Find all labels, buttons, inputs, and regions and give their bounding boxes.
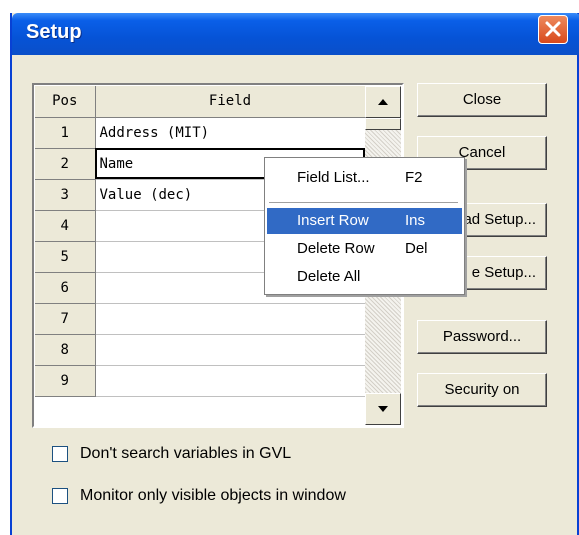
arrow-down-icon	[378, 406, 388, 412]
menu-item-shortcut: Ins	[405, 212, 426, 229]
row-pos: 4	[35, 210, 96, 242]
menu-item-shortcut: Del	[405, 240, 428, 257]
password-button[interactable]: Password...	[417, 320, 547, 354]
close-icon	[545, 21, 561, 37]
column-header-pos[interactable]: Pos	[35, 86, 96, 118]
monitor-visible-label: Monitor only visible objects in window	[80, 487, 346, 504]
row-pos: 8	[35, 334, 96, 366]
row-field[interactable]	[95, 334, 366, 366]
scroll-up-button[interactable]	[365, 86, 401, 118]
scroll-thumb[interactable]	[365, 118, 401, 130]
menu-item-label: Insert Row	[297, 212, 369, 229]
close-window-button[interactable]	[538, 15, 568, 44]
row-pos: 3	[35, 179, 96, 211]
menu-item-delete-row[interactable]: Delete Row Del	[267, 236, 462, 262]
row-pos: 1	[35, 117, 96, 149]
row-pos: 2	[35, 148, 96, 180]
dont-search-gvl-label: Don't search variables in GVL	[80, 445, 292, 462]
dialog-title: Setup	[26, 21, 82, 43]
monitor-visible-checkbox[interactable]	[52, 488, 68, 504]
menu-item-field-list[interactable]: Field List... F2	[267, 165, 462, 191]
row-pos: 9	[35, 365, 96, 397]
row-pos: 5	[35, 241, 96, 273]
table-row[interactable]: 9	[35, 365, 366, 397]
menu-item-shortcut: F2	[405, 169, 423, 186]
row-field[interactable]: Address (MIT)	[95, 117, 366, 149]
context-menu: Field List... F2 Insert Row Ins Delete R…	[264, 157, 465, 295]
close-button[interactable]: Close	[417, 83, 547, 117]
scroll-down-button[interactable]	[365, 393, 401, 425]
dont-search-gvl-checkbox[interactable]	[52, 446, 68, 462]
menu-item-label: Field List...	[297, 169, 370, 186]
column-header-field[interactable]: Field	[95, 86, 366, 118]
menu-item-insert-row[interactable]: Insert Row Ins	[267, 208, 462, 234]
menu-item-label: Delete Row	[297, 240, 375, 257]
row-pos: 6	[35, 272, 96, 304]
menu-item-label: Delete All	[297, 268, 361, 285]
menu-item-delete-all[interactable]: Delete All	[267, 264, 462, 290]
row-pos: 7	[35, 303, 96, 335]
row-field[interactable]	[95, 303, 366, 335]
table-row[interactable]: 7	[35, 303, 366, 335]
arrow-up-icon	[378, 99, 388, 105]
row-field[interactable]	[95, 365, 366, 397]
table-row[interactable]: 1 Address (MIT)	[35, 117, 366, 149]
title-bar: Setup	[12, 13, 579, 55]
security-on-button[interactable]: Security on	[417, 373, 547, 407]
menu-separator	[269, 202, 458, 203]
table-row[interactable]: 8	[35, 334, 366, 366]
